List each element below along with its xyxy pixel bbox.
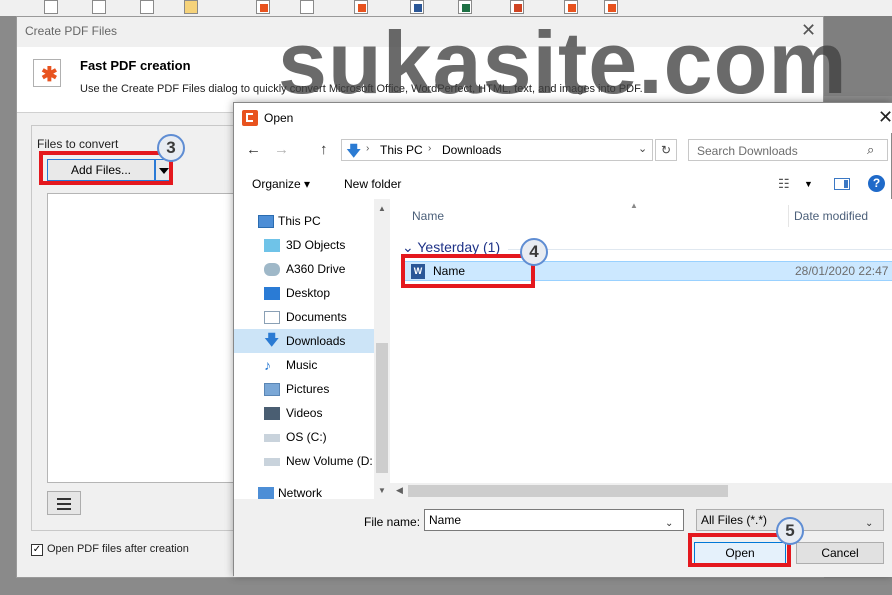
nav-item-label: A360 Drive xyxy=(286,262,346,276)
chevron-down-icon[interactable]: ⌄ xyxy=(665,514,673,534)
breadcrumb-separator: › xyxy=(366,143,370,154)
nav-item-label: Music xyxy=(286,358,318,372)
computer-icon xyxy=(258,215,274,228)
breadcrumb-this-pc[interactable]: This PC xyxy=(380,143,423,157)
refresh-icon[interactable]: ↻ xyxy=(655,139,677,161)
scroll-left-icon[interactable]: ◀ xyxy=(396,485,403,496)
nav-item-label: New Volume (D: xyxy=(286,454,373,468)
drive-icon xyxy=(264,434,280,442)
toolbar-tool-icon[interactable] xyxy=(88,0,110,16)
documents-icon xyxy=(264,311,280,324)
nav-item-label: 3D Objects xyxy=(286,238,346,252)
help-icon[interactable]: ? xyxy=(868,175,885,192)
header-title: Fast PDF creation xyxy=(80,58,191,73)
drive-icon xyxy=(264,458,280,466)
highlight-open-button xyxy=(688,533,791,567)
toolbar-tool-icon[interactable] xyxy=(180,0,202,16)
download-arrow-icon: 🡇 xyxy=(264,332,280,349)
list-options-button[interactable] xyxy=(47,491,81,515)
chevron-down-icon[interactable]: ▼ xyxy=(804,179,813,189)
close-icon[interactable]: ✕ xyxy=(878,107,892,127)
fast-creation-icon: ✱ xyxy=(33,59,61,87)
open-after-label: Open PDF files after creation xyxy=(47,543,189,555)
file-list[interactable] xyxy=(47,193,237,483)
search-input[interactable]: Search Downloads ⌕ xyxy=(688,139,888,161)
nav-item-label: Network xyxy=(278,486,323,500)
preview-pane-icon[interactable] xyxy=(834,178,850,190)
download-arrow-icon: 🡇 xyxy=(346,143,362,160)
column-header-date[interactable]: Date modified xyxy=(794,209,868,223)
nav-item-desktop[interactable]: Desktop xyxy=(234,281,374,305)
address-bar[interactable]: 🡇 › This PC › Downloads ⌄ xyxy=(341,139,653,161)
chevron-down-icon[interactable]: ⌄ xyxy=(638,142,647,155)
highlight-add-files xyxy=(39,151,173,185)
breadcrumb-separator[interactable]: › xyxy=(428,143,431,154)
column-header-name[interactable]: Name xyxy=(412,209,444,223)
file-name-label: File name: xyxy=(364,515,421,529)
group-divider xyxy=(508,249,892,250)
toolbar-pdf-icon[interactable] xyxy=(252,0,274,16)
cube-icon xyxy=(264,239,280,252)
nav-item-os-c[interactable]: OS (C:) xyxy=(234,425,374,449)
nav-item-pictures[interactable]: Pictures xyxy=(234,377,374,401)
dialog-title: Create PDF Files xyxy=(25,24,118,38)
nav-item-music[interactable]: ♪ Music xyxy=(234,353,374,377)
scroll-up-icon[interactable]: ▲ xyxy=(378,204,386,213)
up-arrow-icon[interactable]: ↑ xyxy=(320,141,328,158)
desktop-icon xyxy=(264,287,280,300)
scroll-down-icon[interactable]: ▼ xyxy=(378,486,386,495)
highlight-file-row xyxy=(401,254,535,288)
horizontal-scrollbar-thumb[interactable] xyxy=(408,485,728,497)
open-file-dialog: Open ✕ ← → ↑ 🡇 › This PC › Downloads ⌄ ↻… xyxy=(233,102,892,577)
view-options-icon[interactable]: ☷ xyxy=(778,176,790,192)
new-folder-button[interactable]: New folder xyxy=(344,177,401,191)
nav-item-3d-objects[interactable]: 3D Objects xyxy=(234,233,374,257)
nav-item-label: Documents xyxy=(286,310,347,324)
nav-item-label: Pictures xyxy=(286,382,330,396)
acrobat-app-icon xyxy=(242,110,258,126)
file-list-pane: ▲ Name Date modified ⌄ Yesterday (1) W N… xyxy=(390,199,892,499)
dialog-title: Open xyxy=(264,111,294,125)
horizontal-scrollbar[interactable]: ◀ xyxy=(390,483,892,499)
nav-scrollbar-thumb[interactable] xyxy=(376,343,388,473)
search-icon: ⌕ xyxy=(867,142,875,157)
pictures-icon xyxy=(264,383,280,396)
menu-icon xyxy=(57,498,71,500)
toolbar-tool-icon[interactable] xyxy=(40,0,62,16)
column-divider[interactable] xyxy=(788,205,789,227)
organize-button[interactable]: Organize ▾ xyxy=(252,177,310,191)
step-badge-5: 5 xyxy=(776,517,804,545)
file-date: 28/01/2020 22:47 xyxy=(795,264,889,278)
cancel-button[interactable]: Cancel xyxy=(796,542,884,564)
open-after-checkbox[interactable]: ✓ xyxy=(31,544,43,556)
nav-item-downloads[interactable]: 🡇 Downloads xyxy=(234,329,374,353)
music-note-icon: ♪ xyxy=(264,357,271,373)
watermark: sukasite.com xyxy=(278,13,848,112)
chevron-down-icon[interactable]: ⌄ xyxy=(865,514,873,534)
forward-arrow-icon[interactable]: → xyxy=(274,141,289,158)
breadcrumb-downloads[interactable]: Downloads xyxy=(442,143,501,157)
nav-item-new-volume-d[interactable]: New Volume (D: xyxy=(234,449,374,473)
sort-chevron-icon: ▲ xyxy=(630,201,638,210)
back-arrow-icon[interactable]: ← xyxy=(246,141,261,158)
toolbar-tool-icon[interactable] xyxy=(136,0,158,16)
files-to-convert-label: Files to convert xyxy=(37,137,119,151)
file-name-input[interactable]: Name ⌄ xyxy=(424,509,684,531)
navigation-pane: This PC 3D Objects A360 Drive Desktop Do… xyxy=(234,199,390,500)
cloud-drive-icon xyxy=(264,263,280,276)
nav-item-a360-drive[interactable]: A360 Drive xyxy=(234,257,374,281)
nav-item-label: Downloads xyxy=(286,334,346,348)
step-badge-4: 4 xyxy=(520,238,548,266)
nav-item-label: Videos xyxy=(286,406,323,420)
nav-item-label: Desktop xyxy=(286,286,331,300)
nav-item-label: OS (C:) xyxy=(286,430,327,444)
nav-item-this-pc[interactable]: This PC xyxy=(234,209,374,233)
nav-item-documents[interactable]: Documents xyxy=(234,305,374,329)
step-badge-3: 3 xyxy=(157,134,185,162)
nav-item-videos[interactable]: Videos xyxy=(234,401,374,425)
nav-item-label: This PC xyxy=(278,214,321,228)
search-placeholder: Search Downloads xyxy=(697,144,798,158)
videos-icon xyxy=(264,407,280,420)
